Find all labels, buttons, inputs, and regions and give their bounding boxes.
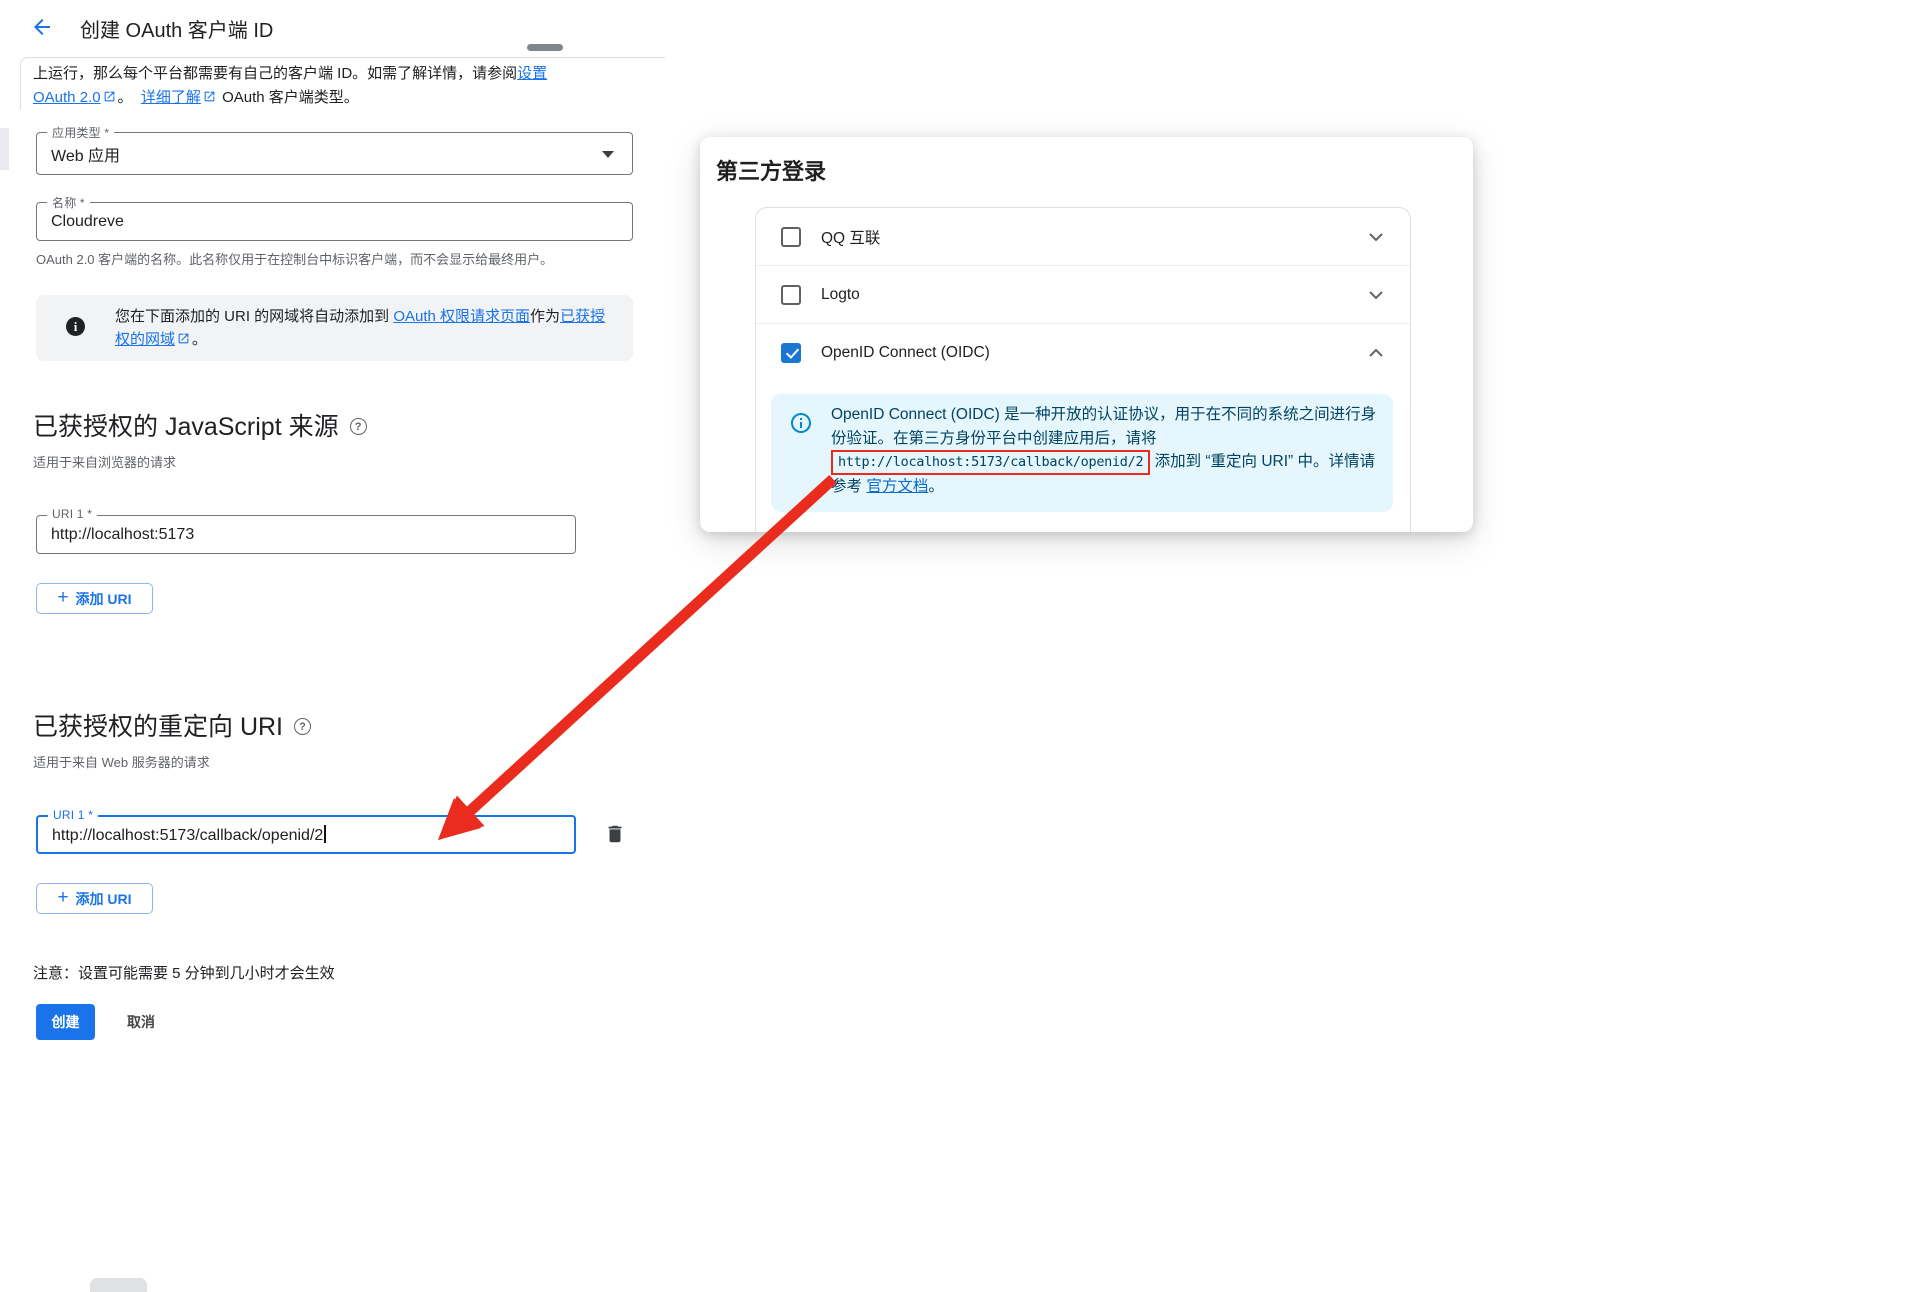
plus-icon: + xyxy=(57,887,68,909)
js-origins-heading: 已获授权的 JavaScript 来源 ? xyxy=(33,407,367,443)
external-link-icon xyxy=(203,90,216,103)
panel-title: 第三方登录 xyxy=(716,154,826,186)
info-outline-icon xyxy=(789,411,813,435)
client-name-value: Cloudreve xyxy=(51,213,124,231)
client-name-label: 名称 * xyxy=(47,194,90,211)
left-edge-strip xyxy=(0,128,9,170)
delete-uri-icon[interactable] xyxy=(604,823,628,847)
screen: 创建 OAuth 客户端 ID 上运行，那么每个平台都需要有自己的客户端 ID。… xyxy=(0,0,1910,1292)
provider-label: OpenID Connect (OIDC) xyxy=(821,344,990,362)
redirect-uri-value: http://localhost:5173/callback/openid/2 xyxy=(52,825,326,845)
back-icon[interactable] xyxy=(30,15,54,39)
intro-paragraph: 上运行，那么每个平台都需要有自己的客户端 ID。如需了解详情，请参阅设置 OAu… xyxy=(33,62,643,109)
plus-icon: + xyxy=(57,587,68,609)
provider-label: QQ 互联 xyxy=(821,226,880,248)
oidc-checkbox[interactable] xyxy=(781,343,801,363)
learn-more-link[interactable]: 详细了解 xyxy=(141,89,201,106)
app-type-value: Web 应用 xyxy=(51,142,120,166)
official-docs-link[interactable]: 官方文档 xyxy=(866,478,928,495)
chevron-up-icon[interactable] xyxy=(1364,341,1388,365)
domain-notice-text: 您在下面添加的 URI 的网域将自动添加到 OAuth 权限请求页面作为已获授权… xyxy=(115,305,620,351)
js-origin-uri-label: URI 1 * xyxy=(47,507,97,521)
app-type-select[interactable]: 应用类型 * Web 应用 xyxy=(36,132,633,175)
add-uri-label: 添加 URI xyxy=(76,589,132,609)
app-type-label: 应用类型 * xyxy=(47,124,114,141)
js-origins-subtitle: 适用于来自浏览器的请求 xyxy=(33,452,176,471)
js-origins-title: 已获授权的 JavaScript 来源 xyxy=(33,407,339,443)
bottom-cropped-pill xyxy=(90,1278,147,1292)
chevron-down-icon[interactable] xyxy=(1364,225,1388,249)
provider-label: Logto xyxy=(821,286,860,304)
callback-url-code: http://localhost:5173/callback/openid/2 xyxy=(831,450,1150,475)
add-redirect-uri-button[interactable]: + 添加 URI xyxy=(36,883,153,914)
dropdown-arrow-icon xyxy=(602,151,614,158)
intro-line2-tail: OAuth 客户端类型。 xyxy=(222,89,359,106)
js-origin-uri-value: http://localhost:5173 xyxy=(51,526,194,544)
third-party-login-panel: 第三方登录 QQ 互联 Logto OpenID Connect (OIDC) xyxy=(700,137,1473,532)
cropped-element xyxy=(527,44,563,51)
redirect-uri-input[interactable]: URI 1 * http://localhost:5173/callback/o… xyxy=(36,815,576,854)
oidc-info-alert: OpenID Connect (OIDC) 是一种开放的认证协议，用于在不同的系… xyxy=(771,394,1393,512)
external-link-icon xyxy=(177,332,190,345)
notice-text-3: 。 xyxy=(192,331,207,348)
setup-oauth-link-cont[interactable]: OAuth 2.0 xyxy=(33,89,101,106)
notice-text-1: 您在下面添加的 URI 的网域将自动添加到 xyxy=(115,308,393,325)
provider-row-oidc[interactable]: OpenID Connect (OIDC) xyxy=(756,323,1410,381)
provider-row-logto[interactable]: Logto xyxy=(756,265,1410,323)
add-uri-label: 添加 URI xyxy=(76,889,132,909)
domain-notice: i 您在下面添加的 URI 的网域将自动添加到 OAuth 权限请求页面作为已获… xyxy=(36,295,633,361)
redirect-uris-subtitle: 适用于来自 Web 服务器的请求 xyxy=(33,752,210,771)
alert-text-1: OpenID Connect (OIDC) 是一种开放的认证协议，用于在不同的系… xyxy=(831,406,1376,447)
intro-line1: 上运行，那么每个平台都需要有自己的客户端 ID。如需了解详情，请参阅 xyxy=(33,65,517,82)
external-link-icon xyxy=(103,90,116,103)
help-icon[interactable]: ? xyxy=(294,718,311,735)
create-button[interactable]: 创建 xyxy=(36,1004,95,1040)
setup-oauth-link[interactable]: 设置 xyxy=(517,65,547,82)
info-icon: i xyxy=(66,317,85,336)
qq-checkbox[interactable] xyxy=(781,227,801,247)
redirect-uri-label: URI 1 * xyxy=(48,808,98,822)
alert-text-3: 。 xyxy=(928,478,944,495)
redirect-uris-heading: 已获授权的重定向 URI ? xyxy=(33,707,311,743)
chevron-down-icon[interactable] xyxy=(1364,283,1388,307)
notice-text-2: 作为 xyxy=(530,308,560,325)
cancel-button[interactable]: 取消 xyxy=(119,1004,163,1040)
redirect-uris-title: 已获授权的重定向 URI xyxy=(33,707,283,743)
intro-sep: 。 xyxy=(118,89,133,106)
oidc-alert-text: OpenID Connect (OIDC) 是一种开放的认证协议，用于在不同的系… xyxy=(831,403,1383,499)
provider-row-qq[interactable]: QQ 互联 xyxy=(756,208,1410,265)
add-js-origin-uri-button[interactable]: + 添加 URI xyxy=(36,583,153,614)
text-caret xyxy=(324,825,326,843)
top-bar: 创建 OAuth 客户端 ID xyxy=(0,0,1910,54)
logto-checkbox[interactable] xyxy=(781,285,801,305)
js-origin-uri-input[interactable]: URI 1 * http://localhost:5173 xyxy=(36,515,576,554)
help-icon[interactable]: ? xyxy=(350,418,367,435)
propagation-note: 注意：设置可能需要 5 分钟到几小时才会生效 xyxy=(33,962,335,983)
client-name-helper: OAuth 2.0 客户端的名称。此名称仅用于在控制台中标识客户端，而不会显示给… xyxy=(36,249,633,268)
oauth-consent-link[interactable]: OAuth 权限请求页面 xyxy=(393,308,530,325)
client-name-input[interactable]: 名称 * Cloudreve xyxy=(36,202,633,241)
page-title: 创建 OAuth 客户端 ID xyxy=(80,14,273,43)
provider-list: QQ 互联 Logto OpenID Connect (OIDC) xyxy=(755,207,1411,532)
